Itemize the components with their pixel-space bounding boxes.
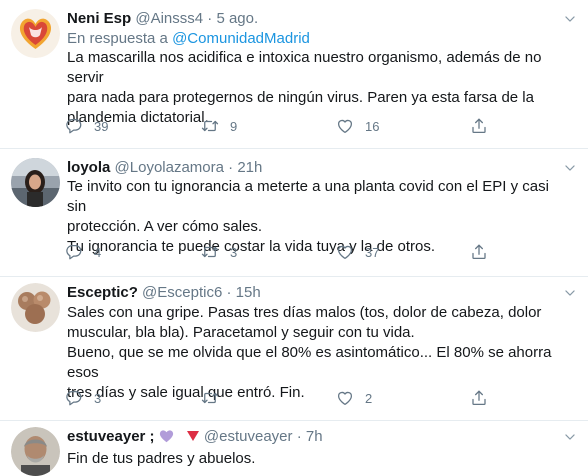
retweet-count: 9 <box>230 118 238 134</box>
share-button[interactable] <box>470 388 488 408</box>
avatar[interactable] <box>11 283 60 332</box>
retweet-count: 3 <box>230 244 238 260</box>
caret-down-icon[interactable] <box>563 286 577 300</box>
reply-button[interactable]: 3 <box>65 388 101 408</box>
like-icon <box>336 243 354 261</box>
display-name[interactable]: Neni Esp <box>67 10 131 27</box>
reply-count: 3 <box>94 390 102 406</box>
like-count: 2 <box>365 390 373 406</box>
tweet[interactable]: Esceptic? @Esceptic6 · 15h Sales con una… <box>0 277 588 421</box>
reply-count: 4 <box>94 244 102 260</box>
like-icon <box>336 389 354 407</box>
separator-dot: · <box>226 284 232 301</box>
reply-button[interactable]: 4 <box>65 242 101 262</box>
purple-heart-icon <box>159 430 173 443</box>
reply-context: En respuesta a @ComunidadMadrid <box>67 29 310 48</box>
separator-dot: · <box>228 159 234 176</box>
tweet-header: Esceptic? @Esceptic6 · 15h <box>67 284 261 302</box>
user-handle[interactable]: @Loyolazamora <box>115 159 224 176</box>
tweet-text: Fin de tus padres y abuelos. <box>67 449 572 469</box>
like-count: 37 <box>365 244 380 260</box>
avatar[interactable] <box>11 427 60 476</box>
display-name[interactable]: Esceptic? <box>67 284 138 301</box>
reply-icon <box>65 389 83 407</box>
timestamp[interactable]: 7h <box>306 428 323 445</box>
display-name[interactable]: loyola <box>67 159 110 176</box>
tweet-text-line: para nada para protegernos de ningún vir… <box>67 89 534 106</box>
display-name[interactable]: estuveayer ; <box>67 428 155 445</box>
share-icon <box>470 389 488 407</box>
like-button[interactable]: 2 <box>336 388 372 408</box>
avatar[interactable] <box>11 9 60 58</box>
tweet[interactable]: loyola @Loyolazamora · 21h Te invito con… <box>0 149 588 277</box>
caret-down-icon[interactable] <box>563 161 577 175</box>
like-button[interactable]: 37 <box>336 242 379 262</box>
timestamp[interactable]: 15h <box>236 284 261 301</box>
like-count: 16 <box>365 118 380 134</box>
retweet-button[interactable]: 9 <box>201 116 237 136</box>
avatar[interactable] <box>11 158 60 207</box>
like-button[interactable]: 16 <box>336 116 379 136</box>
reply-mention-link[interactable]: @ComunidadMadrid <box>172 30 310 47</box>
red-triangle-icon <box>186 431 199 441</box>
tweet-header: estuveayer ; @estuveayer · 7h <box>67 428 323 446</box>
tweet[interactable]: estuveayer ; @estuveayer · 7h Fin de tus… <box>0 421 588 476</box>
share-button[interactable] <box>470 242 488 262</box>
tweet-text-line: Fin de tus padres y abuelos. <box>67 450 256 467</box>
tweet-header: Neni Esp @Ainsss4 · 5 ago. <box>67 10 258 28</box>
tweet-text-line: La mascarilla nos acidifica e intoxica n… <box>67 49 542 86</box>
user-handle[interactable]: @Esceptic6 <box>142 284 222 301</box>
tweet-text-line: muscular, bla bla). Paracetamol y seguir… <box>67 324 415 341</box>
reply-prefix: En respuesta a <box>67 30 173 47</box>
reply-icon <box>65 243 83 261</box>
tweet-actions: 4 3 37 <box>65 242 505 262</box>
reply-button[interactable]: 39 <box>65 116 108 136</box>
reply-count: 39 <box>94 118 109 134</box>
separator-dot: · <box>207 10 213 27</box>
retweet-button[interactable] <box>201 388 219 408</box>
retweet-button[interactable]: 3 <box>201 242 237 262</box>
share-icon <box>470 117 488 135</box>
reply-icon <box>65 117 83 135</box>
tweet-header: loyola @Loyolazamora · 21h <box>67 159 262 177</box>
tweet-text-line: Sales con una gripe. Pasas tres días mal… <box>67 304 542 321</box>
tweet-actions: 39 9 16 <box>65 116 505 136</box>
timestamp[interactable]: 5 ago. <box>216 10 258 27</box>
tweet-text-line: protección. A ver cómo sales. <box>67 218 263 235</box>
share-button[interactable] <box>470 116 488 136</box>
caret-down-icon[interactable] <box>563 12 577 26</box>
like-icon <box>336 117 354 135</box>
separator-dot: · <box>296 428 302 445</box>
retweet-icon <box>201 389 219 407</box>
timestamp[interactable]: 21h <box>237 159 262 176</box>
tweet[interactable]: Neni Esp @Ainsss4 · 5 ago. En respuesta … <box>0 0 588 149</box>
tweet-actions: 3 2 <box>65 388 505 408</box>
share-icon <box>470 243 488 261</box>
tweet-text-line: Bueno, que se me olvida que el 80% es as… <box>67 344 552 381</box>
user-handle[interactable]: @estuveayer <box>204 428 293 445</box>
retweet-icon <box>201 243 219 261</box>
caret-down-icon[interactable] <box>563 430 577 444</box>
tweet-text-line: Te invito con tu ignorancia a meterte a … <box>67 178 549 215</box>
retweet-icon <box>201 117 219 135</box>
user-handle[interactable]: @Ainsss4 <box>135 10 203 27</box>
